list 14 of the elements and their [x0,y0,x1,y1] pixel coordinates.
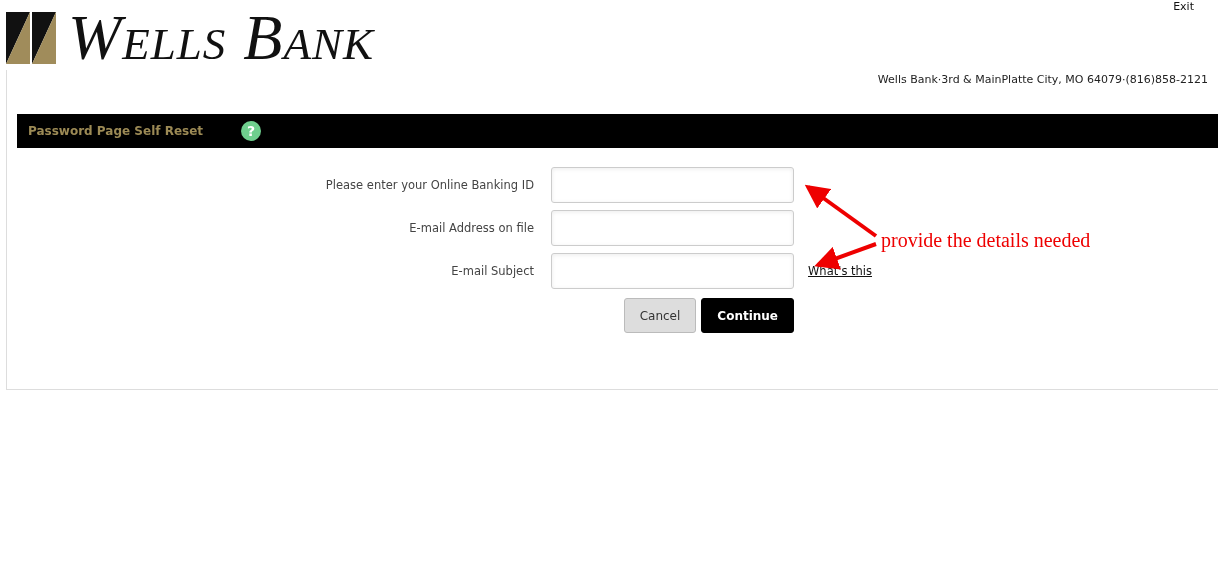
exit-link[interactable]: Exit [1173,0,1194,14]
cancel-button[interactable]: Cancel [623,298,697,333]
field-label: E-mail Subject [450,264,534,278]
annotation-text: provide the details needed [881,229,1091,252]
bank-logo-text: Wells Bank [68,12,374,64]
logo-icon [6,12,58,64]
input-field[interactable] [551,253,794,289]
page-title: Password Page Self Reset [28,124,204,138]
field-label: Please enter your Online Banking ID [324,178,534,192]
continue-button[interactable]: Continue [701,298,794,333]
bank-address: Wells Bank·3rd & MainPlatte City, MO 64079·(816)858-2121 [877,73,1208,87]
field-label: E-mail Address on file [408,221,534,235]
input-field[interactable] [551,210,794,246]
input-field[interactable] [551,167,794,203]
